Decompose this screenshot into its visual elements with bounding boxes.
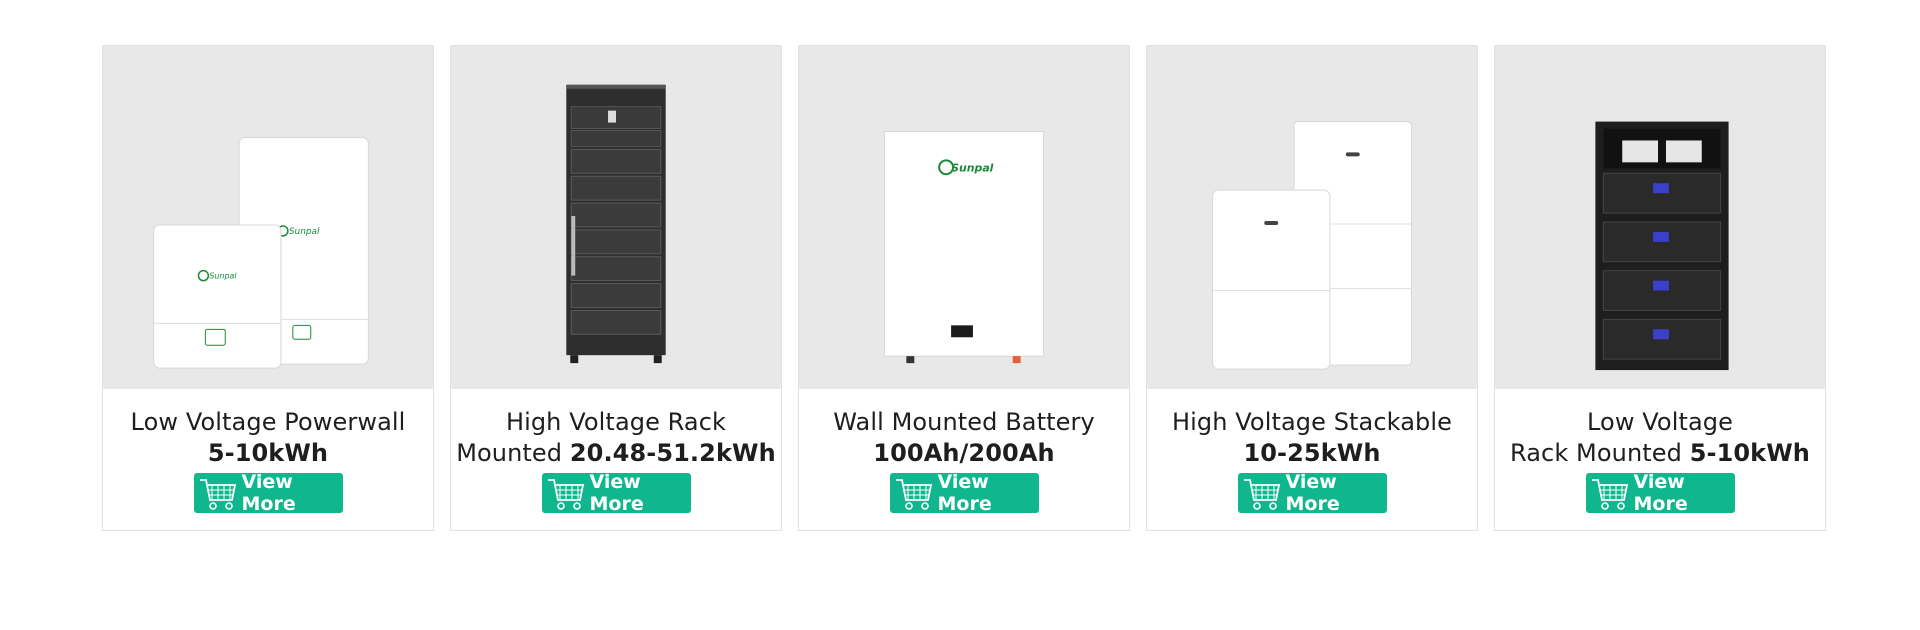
product-caption: Wall Mounted Battery 100Ah/200Ah View Mo… <box>799 389 1129 531</box>
product-card-high-voltage-rack[interactable]: High Voltage Rack Mounted 20.48-51.2kWh … <box>450 45 782 531</box>
shopping-cart-icon <box>199 479 236 510</box>
shopping-cart-icon <box>547 479 584 510</box>
view-more-label: View More <box>589 471 644 515</box>
shopping-cart-icon <box>895 479 932 510</box>
view-more-button[interactable]: View More <box>1237 471 1387 515</box>
product-spec: 5-10kWh <box>1689 439 1810 467</box>
product-title[interactable]: Low Voltage Powerwall 5-10kWh <box>131 407 406 469</box>
shopping-cart-icon <box>1243 479 1280 510</box>
view-more-label: View More <box>937 471 992 515</box>
view-more-label: View More <box>1285 471 1340 515</box>
title-line1: Low Voltage <box>1586 408 1733 436</box>
product-card-low-voltage-rack-mounted[interactable]: Low Voltage Rack Mounted 5-10kWh View Mo… <box>1494 45 1826 531</box>
product-spec: 5-10kWh <box>207 439 329 467</box>
view-more-button[interactable]: View More <box>1585 471 1735 515</box>
product-caption: High Voltage Stackable 10-25kWh View Mor… <box>1147 389 1477 531</box>
product-spec: 100Ah/200Ah <box>873 439 1055 467</box>
product-title[interactable]: High Voltage Rack Mounted 20.48-51.2kWh <box>456 407 776 469</box>
product-caption: High Voltage Rack Mounted 20.48-51.2kWh … <box>451 389 781 531</box>
rack-cabinet-illustration <box>1595 121 1729 371</box>
title-line2-text: Mounted <box>456 439 570 467</box>
view-more-button[interactable]: View More <box>193 471 343 515</box>
product-title[interactable]: Wall Mounted Battery 100Ah/200Ah <box>833 407 1095 469</box>
view-more-button[interactable]: View More <box>541 471 691 515</box>
sunpal-logo-text: Sunpal <box>289 227 320 237</box>
title-line1: Low Voltage Powerwall <box>130 408 406 436</box>
product-title[interactable]: High Voltage Stackable 10-25kWh <box>1172 407 1452 469</box>
view-more-label: View More <box>241 471 296 515</box>
title-line1: Wall Mounted Battery <box>833 408 1095 436</box>
sunpal-logo-text: Sunpal <box>951 161 994 174</box>
title-line1: High Voltage Rack <box>505 408 727 436</box>
title-line2-text: Rack Mounted <box>1509 439 1690 467</box>
product-spec: 10-25kWh <box>1243 439 1381 467</box>
product-card-wall-mounted-battery[interactable]: Sunpal Wall Mounted Battery 100Ah/200Ah … <box>798 45 1130 531</box>
product-image[interactable] <box>1495 46 1825 389</box>
title-line1: High Voltage Stackable <box>1171 408 1453 436</box>
product-caption: Low Voltage Powerwall 5-10kWh View More <box>103 389 433 531</box>
product-image[interactable]: Sunpal <box>799 46 1129 389</box>
sunpal-logo-text: Sunpal <box>209 272 237 281</box>
wall-battery-illustration: Sunpal <box>883 131 1045 364</box>
product-caption: Low Voltage Rack Mounted 5-10kWh View Mo… <box>1495 389 1825 531</box>
product-card-low-voltage-powerwall[interactable]: Sunpal Sunpal Low Voltage Powerwall 5-10… <box>102 45 434 531</box>
shopping-cart-icon <box>1591 479 1628 510</box>
product-grid: Sunpal Sunpal Low Voltage Powerwall 5-10… <box>102 45 1826 531</box>
product-image[interactable] <box>451 46 781 389</box>
view-more-button[interactable]: View More <box>889 471 1039 515</box>
powerwall-illustration: Sunpal Sunpal <box>153 136 369 369</box>
product-image[interactable] <box>1147 46 1477 389</box>
product-title[interactable]: Low Voltage Rack Mounted 5-10kWh <box>1510 407 1810 469</box>
stackable-battery-illustration <box>1212 121 1412 370</box>
view-more-label: View More <box>1633 471 1688 515</box>
product-card-high-voltage-stackable[interactable]: High Voltage Stackable 10-25kWh View Mor… <box>1146 45 1478 531</box>
product-spec: 20.48-51.2kWh <box>569 439 776 467</box>
battery-rack-illustration <box>566 84 666 364</box>
product-image[interactable]: Sunpal Sunpal <box>103 46 433 389</box>
